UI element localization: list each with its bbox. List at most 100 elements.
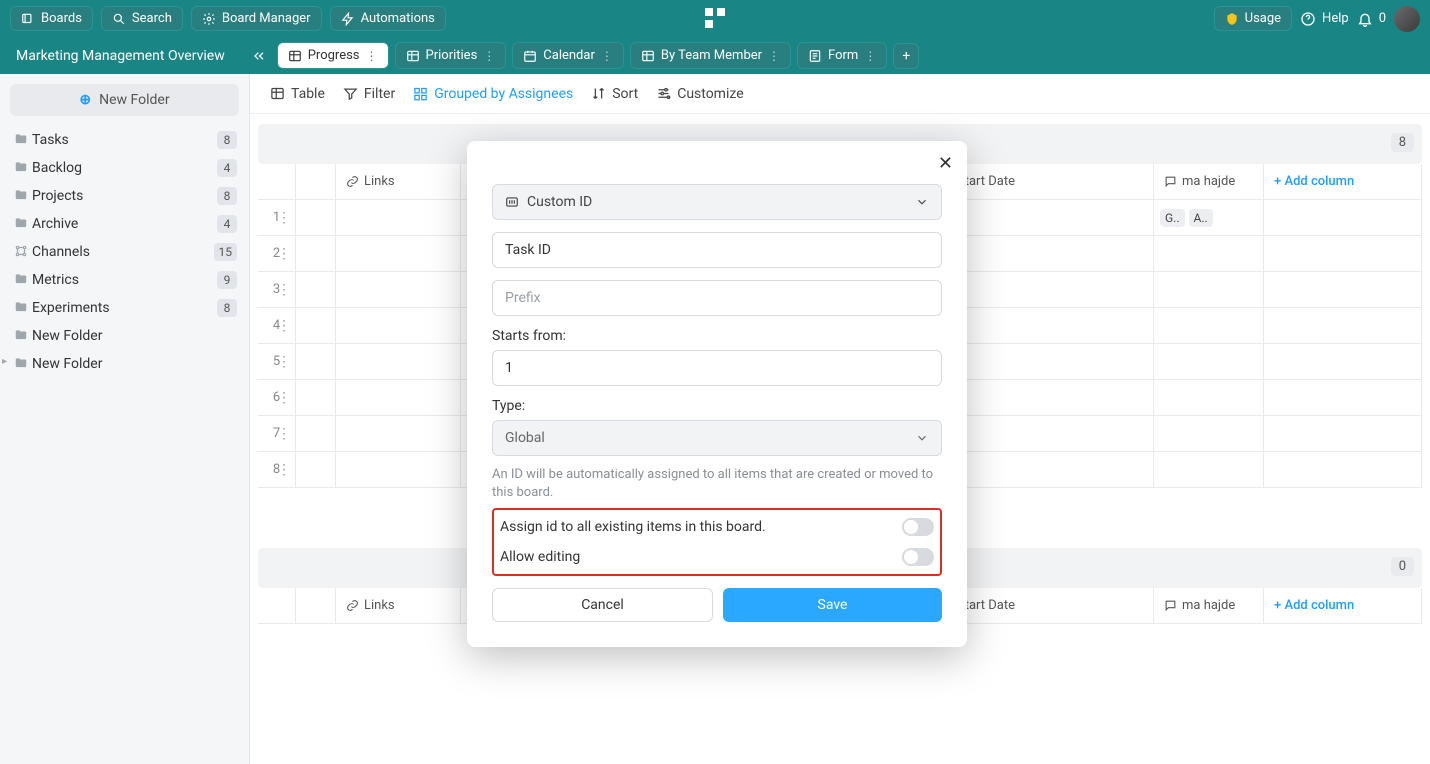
row-menu-icon[interactable]: ⋮ — [277, 354, 291, 370]
tab-progress[interactable]: Progress⋮ — [277, 42, 389, 69]
boards-button[interactable]: Boards — [10, 6, 93, 31]
tab-form[interactable]: Form⋮ — [797, 42, 887, 69]
add-column-button[interactable]: + Add column — [1264, 164, 1422, 199]
cell-mahajde[interactable] — [1154, 380, 1264, 415]
sidebar-item-channels[interactable]: Channels15 — [0, 238, 249, 266]
row-menu-icon[interactable]: ⋮ — [277, 390, 291, 406]
col-mahajde[interactable]: ma hajde — [1154, 588, 1264, 623]
column-type-select[interactable]: Custom ID — [492, 184, 942, 220]
tab-priorities[interactable]: Priorities ⋮ — [395, 42, 507, 69]
cell-mahajde[interactable] — [1154, 308, 1264, 343]
row-checkbox[interactable] — [296, 452, 336, 487]
row-checkbox[interactable] — [296, 272, 336, 307]
cell-links[interactable] — [336, 236, 461, 271]
sidebar-item-new-folder[interactable]: ▸New Folder — [0, 350, 249, 378]
row-checkbox[interactable] — [296, 200, 336, 235]
col-mahajde[interactable]: ma hajde — [1154, 164, 1264, 199]
row-checkbox[interactable] — [296, 380, 336, 415]
close-icon[interactable]: ✕ — [938, 153, 953, 174]
cell-mahajde[interactable] — [1154, 416, 1264, 451]
cell-links[interactable] — [336, 344, 461, 379]
row-checkbox[interactable] — [296, 416, 336, 451]
tool-group[interactable]: Grouped by Assignees — [413, 86, 573, 102]
boards-label: Boards — [41, 11, 82, 26]
prefix-input[interactable] — [492, 280, 942, 316]
automations-button[interactable]: Automations — [330, 6, 446, 31]
row-number: 7⋮ — [258, 416, 296, 451]
row-menu-icon[interactable]: ⋮ — [277, 246, 291, 262]
row-checkbox[interactable] — [296, 308, 336, 343]
row-menu-icon[interactable]: ⋮ — [277, 318, 291, 334]
tab-by-team-member[interactable]: By Team Member ⋮ — [630, 42, 791, 69]
tab-menu-icon[interactable]: ⋮ — [601, 49, 613, 63]
assign-existing-toggle[interactable] — [902, 518, 934, 536]
tab-label: By Team Member — [661, 48, 762, 63]
cell-links[interactable] — [336, 416, 461, 451]
sidebar-item-new-folder[interactable]: New Folder — [0, 322, 249, 350]
allow-editing-toggle[interactable] — [902, 548, 934, 566]
cell-links[interactable] — [336, 272, 461, 307]
sidebar-item-tasks[interactable]: Tasks8 — [0, 126, 249, 154]
notif-count: 0 — [1379, 11, 1386, 26]
cell-empty — [1264, 344, 1422, 379]
link-icon — [346, 599, 359, 612]
tag-pill[interactable]: A.. — [1189, 209, 1213, 227]
col-links[interactable]: Links — [336, 164, 461, 199]
cancel-button[interactable]: Cancel — [492, 588, 713, 622]
help-button[interactable]: Help — [1300, 11, 1349, 27]
cell-mahajde[interactable] — [1154, 344, 1264, 379]
save-label: Save — [818, 597, 848, 613]
cell-links[interactable] — [336, 452, 461, 487]
type-select[interactable]: Global — [492, 420, 942, 456]
col-rownum — [258, 588, 296, 623]
sidebar-item-projects[interactable]: Projects8 — [0, 182, 249, 210]
row-checkbox[interactable] — [296, 236, 336, 271]
sidebar-item-label: Archive — [32, 216, 78, 232]
tab-menu-icon[interactable]: ⋮ — [768, 49, 780, 63]
tag-pill[interactable]: G.. — [1160, 209, 1185, 227]
usage-button[interactable]: Usage — [1214, 6, 1292, 31]
gear-icon — [202, 12, 216, 26]
row-menu-icon[interactable]: ⋮ — [277, 210, 291, 226]
avatar[interactable] — [1394, 6, 1420, 32]
col-links[interactable]: Links — [336, 588, 461, 623]
tool-sort[interactable]: Sort — [591, 86, 638, 102]
tool-table[interactable]: Table — [270, 86, 325, 102]
row-menu-icon[interactable]: ⋮ — [277, 282, 291, 298]
col-mahajde-label: ma hajde — [1182, 174, 1235, 189]
new-folder-button[interactable]: ⊕ New Folder — [10, 84, 239, 116]
column-name-input[interactable] — [492, 232, 942, 268]
sidebar-item-archive[interactable]: Archive4 — [0, 210, 249, 238]
cell-links[interactable] — [336, 308, 461, 343]
add-column-button[interactable]: + Add column — [1264, 588, 1422, 623]
id-icon — [505, 195, 519, 209]
tab-label: Priorities — [426, 48, 478, 63]
row-checkbox[interactable] — [296, 344, 336, 379]
sidebar-item-experiments[interactable]: Experiments8 — [0, 294, 249, 322]
cell-mahajde[interactable] — [1154, 272, 1264, 307]
tab-menu-icon[interactable]: ⋮ — [366, 49, 378, 63]
add-view-button[interactable]: + — [893, 43, 919, 69]
type-hint: An ID will be automatically assigned to … — [492, 466, 942, 502]
row-menu-icon[interactable]: ⋮ — [277, 462, 291, 478]
tool-customize[interactable]: Customize — [656, 86, 743, 102]
sidebar-item-backlog[interactable]: Backlog4 — [0, 154, 249, 182]
starts-from-input[interactable] — [492, 350, 942, 386]
search-button[interactable]: Search — [101, 6, 183, 31]
save-button[interactable]: Save — [723, 588, 942, 622]
tab-menu-icon[interactable]: ⋮ — [483, 49, 495, 63]
cell-links[interactable] — [336, 200, 461, 235]
breadcrumb[interactable]: Marketing Management Overview — [0, 48, 241, 64]
row-menu-icon[interactable]: ⋮ — [277, 426, 291, 442]
cell-links[interactable] — [336, 380, 461, 415]
cell-mahajde[interactable]: G..A.. — [1154, 200, 1264, 235]
cell-mahajde[interactable] — [1154, 236, 1264, 271]
collapse-sidebar-icon[interactable] — [241, 48, 277, 64]
tab-menu-icon[interactable]: ⋮ — [864, 49, 876, 63]
tab-calendar[interactable]: Calendar⋮ — [512, 42, 624, 69]
tool-filter[interactable]: Filter — [343, 86, 395, 102]
board-manager-button[interactable]: Board Manager — [191, 6, 322, 31]
cell-mahajde[interactable] — [1154, 452, 1264, 487]
sidebar-item-metrics[interactable]: Metrics9 — [0, 266, 249, 294]
notifications-button[interactable]: 0 — [1357, 11, 1386, 27]
